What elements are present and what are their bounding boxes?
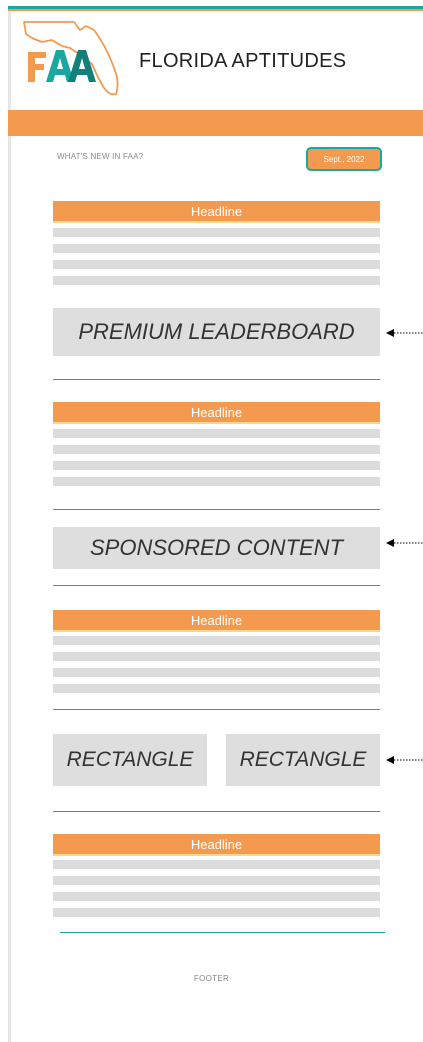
- brand-title: FLORIDA APTITUDES: [139, 50, 347, 72]
- text-line-placeholder: [53, 260, 380, 269]
- sponsored-content-ad[interactable]: SPONSORED CONTENT: [53, 527, 380, 569]
- headline-3[interactable]: Headline: [53, 610, 380, 632]
- text-line-placeholder: [53, 636, 380, 645]
- text-line-placeholder: [53, 908, 380, 917]
- arrow-left-icon: [386, 756, 423, 764]
- header-orange-bar: [8, 110, 423, 136]
- whats-new-label: WHAT'S NEW IN FAA?: [57, 152, 144, 161]
- premium-leaderboard-ad[interactable]: PREMIUM LEADERBOARD: [53, 308, 380, 356]
- headline-4[interactable]: Headline: [53, 834, 380, 856]
- section-divider: [53, 585, 380, 586]
- text-line-placeholder: [53, 276, 380, 285]
- section-divider: [53, 709, 380, 710]
- text-line-placeholder: [53, 461, 380, 470]
- rectangle-ad-right[interactable]: RECTANGLE: [226, 734, 380, 786]
- text-line-placeholder: [53, 477, 380, 486]
- text-line-placeholder: [53, 652, 380, 661]
- arrow-left-icon: [386, 539, 423, 547]
- top-orange-rule: [8, 9, 423, 11]
- text-line-placeholder: [53, 684, 380, 693]
- arrow-left-icon: [386, 329, 423, 337]
- text-line-placeholder: [53, 860, 380, 869]
- text-line-placeholder: [53, 876, 380, 885]
- section-divider: [53, 509, 380, 510]
- text-line-placeholder: [53, 429, 380, 438]
- text-line-placeholder: [53, 228, 380, 237]
- footer-divider: [60, 932, 385, 933]
- page-left-border: [8, 8, 11, 1042]
- rectangle-ad-left[interactable]: RECTANGLE: [53, 734, 207, 786]
- footer-label: FOOTER: [193, 974, 230, 983]
- text-line-placeholder: [53, 445, 380, 454]
- section-divider: [53, 379, 380, 380]
- date-badge: Sept., 2022: [306, 147, 382, 171]
- text-line-placeholder: [53, 668, 380, 677]
- headline-2[interactable]: Headline: [53, 402, 380, 424]
- text-line-placeholder: [53, 892, 380, 901]
- text-line-placeholder: [53, 244, 380, 253]
- faa-logo: [23, 21, 119, 96]
- headline-1[interactable]: Headline: [53, 201, 380, 223]
- section-divider: [53, 811, 380, 812]
